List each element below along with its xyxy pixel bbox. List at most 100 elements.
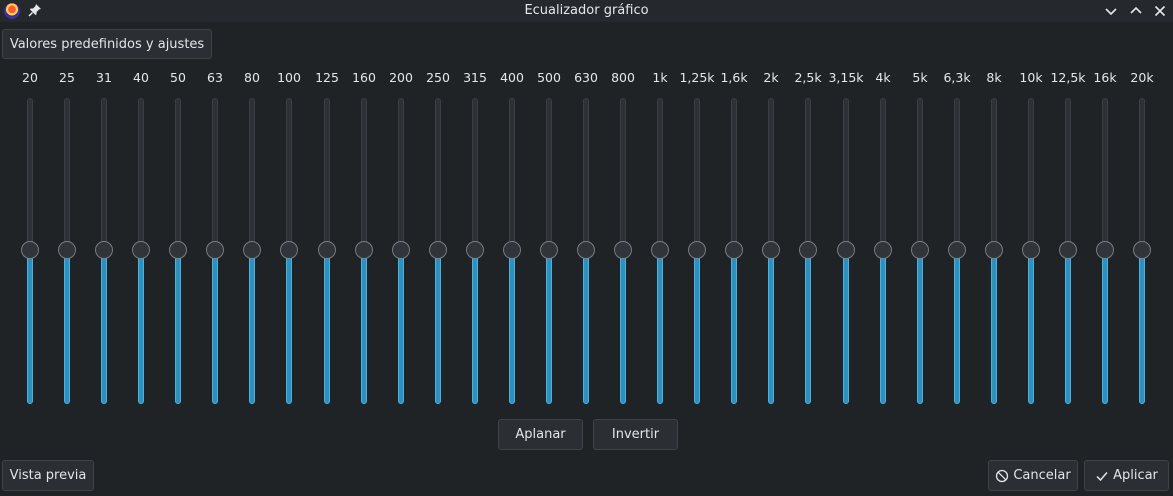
slider-handle[interactable] (355, 241, 373, 259)
band-slider[interactable] (465, 98, 485, 404)
slider-handle[interactable] (466, 241, 484, 259)
slider-handle[interactable] (948, 241, 966, 259)
slider-handle[interactable] (651, 241, 669, 259)
slider-fill (472, 250, 478, 404)
band-slider[interactable] (910, 98, 930, 404)
slider-fill (880, 250, 886, 404)
cancel-button[interactable]: Cancelar (988, 460, 1078, 491)
band-slider[interactable] (168, 98, 188, 404)
slider-fill (546, 250, 552, 404)
band-slider[interactable] (761, 98, 781, 404)
slider-handle[interactable] (762, 241, 780, 259)
chevron-down-icon (1105, 8, 1117, 16)
band-slider[interactable] (502, 98, 522, 404)
band-slider[interactable] (798, 98, 818, 404)
slider-handle[interactable] (58, 241, 76, 259)
band-slider[interactable] (539, 98, 559, 404)
slider-handle[interactable] (429, 241, 447, 259)
cancel-label: Cancelar (1013, 468, 1071, 483)
slider-fill (991, 250, 997, 404)
slider-handle[interactable] (577, 241, 595, 259)
slider-fill (27, 250, 33, 404)
band-slider[interactable] (354, 98, 374, 404)
slider-fill (509, 250, 515, 404)
apply-button[interactable]: Aplicar (1084, 460, 1169, 491)
band-slider[interactable] (1132, 98, 1152, 404)
slider-fill (620, 250, 626, 404)
slider-fill (435, 250, 441, 404)
band-slider[interactable] (94, 98, 114, 404)
band-slider[interactable] (687, 98, 707, 404)
slider-handle[interactable] (1096, 241, 1114, 259)
slider-fill (731, 250, 737, 404)
slider-handle[interactable] (132, 241, 150, 259)
maximize-button[interactable] (1128, 3, 1144, 19)
band-slider[interactable] (947, 98, 967, 404)
slider-handle[interactable] (280, 241, 298, 259)
band-slider[interactable] (20, 98, 40, 404)
slider-fill (843, 250, 849, 404)
slider-fill (175, 250, 181, 404)
slider-fill (249, 250, 255, 404)
title-bar: Ecualizador gráfico (0, 0, 1173, 22)
band-slider[interactable] (873, 98, 893, 404)
band-slider[interactable] (650, 98, 670, 404)
slider-handle[interactable] (95, 241, 113, 259)
slider-handle[interactable] (874, 241, 892, 259)
invert-button[interactable]: Invertir (593, 419, 678, 450)
slider-fill (212, 250, 218, 404)
slider-handle[interactable] (614, 241, 632, 259)
slider-handle[interactable] (688, 241, 706, 259)
slider-fill (583, 250, 589, 404)
slider-handle[interactable] (837, 241, 855, 259)
slider-handle[interactable] (1022, 241, 1040, 259)
preview-button[interactable]: Vista previa (2, 460, 94, 491)
band-slider[interactable] (1058, 98, 1078, 404)
slider-handle[interactable] (911, 241, 929, 259)
slider-handle[interactable] (725, 241, 743, 259)
band-slider[interactable] (279, 98, 299, 404)
slider-handle[interactable] (318, 241, 336, 259)
slider-fill (657, 250, 663, 404)
band-slider[interactable] (317, 98, 337, 404)
band-slider[interactable] (613, 98, 633, 404)
slider-handle[interactable] (21, 241, 39, 259)
window-title: Ecualizador gráfico (524, 3, 649, 18)
close-icon (1154, 5, 1166, 17)
slider-handle[interactable] (503, 241, 521, 259)
slider-handle[interactable] (206, 241, 224, 259)
band-slider[interactable] (131, 98, 151, 404)
band-slider[interactable] (1021, 98, 1041, 404)
slider-handle[interactable] (169, 241, 187, 259)
cancel-icon (995, 469, 1009, 483)
flatten-button[interactable]: Aplanar (498, 419, 583, 450)
slider-fill (1102, 250, 1108, 404)
band-slider[interactable] (428, 98, 448, 404)
band-slider[interactable] (984, 98, 1004, 404)
slider-fill (398, 250, 404, 404)
band-slider[interactable] (836, 98, 856, 404)
presets-button[interactable]: Valores predefinidos y ajustes (2, 29, 212, 59)
minimize-button[interactable] (1103, 3, 1119, 19)
slider-handle[interactable] (243, 241, 261, 259)
band-slider[interactable] (724, 98, 744, 404)
slider-handle[interactable] (540, 241, 558, 259)
band-slider[interactable] (57, 98, 77, 404)
slider-fill (954, 250, 960, 404)
slider-fill (138, 250, 144, 404)
apply-label: Aplicar (1113, 468, 1158, 483)
band-slider[interactable] (576, 98, 596, 404)
slider-fill (64, 250, 70, 404)
slider-handle[interactable] (1133, 241, 1151, 259)
band-slider[interactable] (391, 98, 411, 404)
band-slider[interactable] (205, 98, 225, 404)
slider-handle[interactable] (799, 241, 817, 259)
slider-fill (101, 250, 107, 404)
band-slider[interactable] (242, 98, 262, 404)
slider-handle[interactable] (392, 241, 410, 259)
band-slider[interactable] (1095, 98, 1115, 404)
check-icon (1095, 469, 1109, 483)
close-button[interactable] (1152, 3, 1168, 19)
slider-handle[interactable] (1059, 241, 1077, 259)
slider-handle[interactable] (985, 241, 1003, 259)
